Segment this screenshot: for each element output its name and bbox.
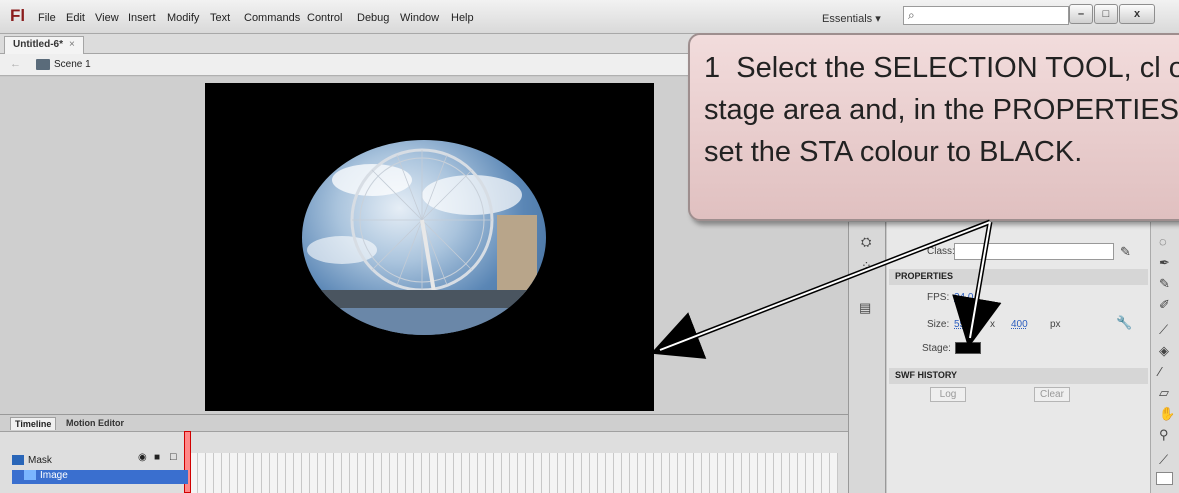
callout-text: 1 Select the SELECTION TOOL, cl on the s… [704, 47, 1179, 173]
document-tab-label: Untitled-6* [13, 39, 63, 50]
size-unit: px [1050, 319, 1061, 330]
size-x-label: x [990, 319, 995, 330]
menu-window[interactable]: Window [400, 12, 439, 24]
ferris-wheel-image [302, 148, 546, 335]
menu-debug[interactable]: Debug [357, 12, 389, 24]
layer-name: Image [40, 470, 68, 481]
document-tab[interactable]: Untitled-6* × [4, 36, 84, 54]
close-icon[interactable]: × [69, 39, 75, 50]
pencil-icon[interactable]: ✎ [1120, 244, 1131, 260]
stage-label: Stage: [922, 343, 951, 354]
properties-header[interactable]: PROPERTIES [889, 269, 1148, 285]
properties-panel: Class: FPS: Size: Stage: x px 24.0 550 4… [887, 222, 1150, 493]
tab-motion-editor[interactable]: Motion Editor [62, 417, 128, 429]
search-icon: ⌕ [908, 8, 915, 22]
fps-value[interactable]: 24.0 [954, 292, 973, 303]
minimize-button[interactable]: – [1069, 4, 1093, 24]
size-label: Size: [927, 319, 950, 330]
menu-control[interactable]: Control [307, 12, 342, 24]
menu-view[interactable]: View [95, 12, 119, 24]
instruction-callout: 1 Select the SELECTION TOOL, cl on the s… [688, 33, 1179, 221]
fps-label: FPS: [927, 292, 950, 303]
menu-bar: Fl File Edit View Insert Modify Text Com… [0, 0, 1179, 34]
wrench-icon[interactable]: 🔧 [1116, 315, 1132, 331]
scene-label[interactable]: Scene 1 [54, 59, 91, 70]
app-logo: Fl [10, 6, 26, 25]
clear-button[interactable]: Clear [1034, 387, 1070, 402]
fill-color-icon[interactable] [1156, 472, 1173, 485]
menu-insert[interactable]: Insert [128, 12, 156, 24]
stroke-color-icon[interactable]: ⟋ [1159, 452, 1168, 468]
scene-icon [36, 59, 50, 70]
height-value[interactable]: 400 [1011, 319, 1028, 330]
maximize-button[interactable]: □ [1094, 4, 1118, 24]
workspace-dropdown[interactable]: Essentials ▾ [822, 12, 881, 25]
menu-commands[interactable]: Commands [244, 12, 300, 24]
panel-icon-strip: ⛭ ⁘ ▤ [848, 222, 886, 493]
library-icon[interactable]: ⛭ [861, 234, 871, 250]
masked-layer-icon [24, 470, 36, 481]
zoom-tool-icon[interactable]: ⚲ [1159, 427, 1169, 443]
eraser-icon[interactable]: ▱ [1159, 385, 1169, 401]
menu-help[interactable]: Help [451, 12, 474, 24]
back-arrow-icon[interactable]: ← [10, 58, 21, 70]
mask-layer-icon [12, 455, 24, 466]
bone-tool-icon[interactable]: ⟋ [1159, 322, 1168, 338]
log-button[interactable]: Log [930, 387, 966, 402]
class-field[interactable] [954, 243, 1114, 260]
masked-photo[interactable] [302, 140, 546, 335]
close-button[interactable]: x [1119, 4, 1155, 24]
swf-history-header[interactable]: SWF HISTORY [889, 368, 1148, 384]
timeline-tab-bar: Timeline Motion Editor [0, 415, 848, 432]
layer-row[interactable]: Mask [12, 455, 188, 469]
menu-text[interactable]: Text [210, 12, 230, 24]
callout-body: Select the SELECTION TOOL, cl on the sta… [704, 52, 1179, 168]
paint-bucket-icon[interactable]: ◈ [1159, 343, 1169, 359]
menu-file[interactable]: File [38, 12, 56, 24]
eyedropper-icon[interactable]: ⁄ [1159, 364, 1161, 379]
layer-name: Mask [28, 455, 52, 466]
tools-panel: ◌ ✒ ✎ ✐ ⟋ ◈ ⁄ ▱ ✋ ⚲ ⟋ [1150, 222, 1179, 493]
stage-color-swatch[interactable] [955, 342, 981, 354]
brush-tool-icon[interactable]: ✐ [1159, 297, 1170, 313]
search-input[interactable]: ⌕ [903, 6, 1069, 25]
menu-modify[interactable]: Modify [167, 12, 199, 24]
tab-timeline[interactable]: Timeline [10, 417, 57, 430]
layer-row[interactable]: Image [12, 470, 188, 484]
class-label: Class: [927, 246, 955, 257]
width-value[interactable]: 550 [954, 319, 971, 330]
pencil-tool-icon[interactable]: ✎ [1159, 276, 1170, 292]
lasso-tool-icon[interactable]: ◌ [1159, 234, 1167, 249]
pen-tool-icon[interactable]: ✒ [1159, 255, 1170, 271]
frames-grid[interactable] [190, 453, 838, 493]
hand-tool-icon[interactable]: ✋ [1159, 406, 1175, 422]
swatches-icon[interactable]: ⁘ [861, 258, 872, 274]
callout-number: 1 [704, 52, 721, 84]
components-icon[interactable]: ▤ [859, 300, 871, 316]
menu-edit[interactable]: Edit [66, 12, 85, 24]
